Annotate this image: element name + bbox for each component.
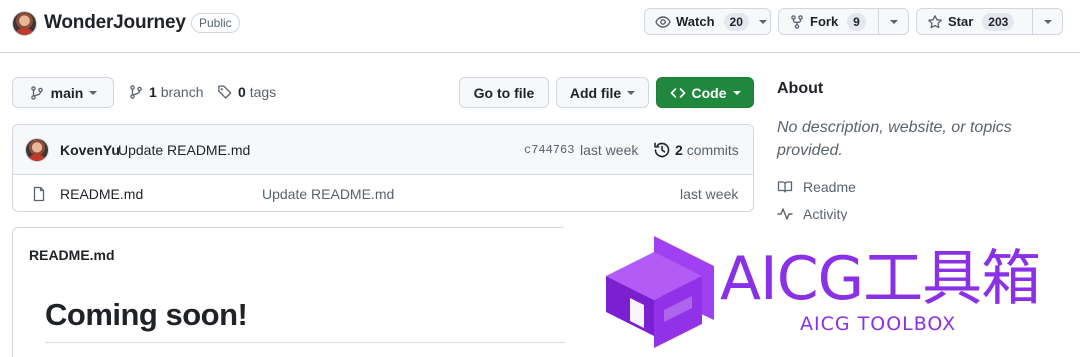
add-file-label: Add file — [569, 84, 622, 101]
branch-icon — [130, 85, 142, 99]
tags-count: 0 — [238, 84, 246, 100]
file-row[interactable]: README.md Update README.md last week — [13, 175, 753, 211]
watch-count: 20 — [723, 12, 749, 31]
watermark-title: AICG工具箱 — [720, 244, 1041, 314]
file-name[interactable]: README.md — [60, 186, 143, 202]
eye-icon — [655, 15, 671, 28]
about-description: No description, website, or topics provi… — [777, 119, 1012, 159]
file-commit-message[interactable]: Update README.md — [262, 186, 394, 202]
book-icon — [777, 181, 793, 193]
file-commit-time: last week — [680, 186, 739, 202]
commit-hash[interactable]: c744763 — [524, 143, 574, 157]
readme-title[interactable]: README.md — [29, 247, 115, 263]
visibility-badge: Public — [191, 13, 240, 33]
branches-link[interactable]: 1 branch — [128, 84, 204, 100]
branch-select-button[interactable]: main — [12, 77, 114, 108]
chevron-down-icon — [758, 19, 767, 24]
chevron-down-icon — [889, 19, 898, 24]
readme-heading: Coming soon! — [45, 297, 248, 332]
tags-label: tags — [249, 84, 277, 100]
chevron-down-icon — [1043, 19, 1052, 24]
commit-author[interactable]: KovenYu — [60, 142, 120, 158]
commit-message[interactable]: Update README.md — [118, 142, 250, 158]
star-count: 203 — [982, 12, 1015, 31]
branch-icon — [30, 85, 43, 100]
code-label: Code — [691, 84, 727, 101]
latest-commit-row: KovenYu Update README.md c744763 last we… — [13, 125, 753, 175]
current-branch: main — [50, 84, 84, 101]
star-icon — [928, 14, 942, 28]
chevron-down-icon — [627, 90, 636, 95]
code-icon — [670, 87, 685, 98]
tag-icon — [218, 85, 232, 99]
owner-avatar[interactable] — [12, 11, 37, 36]
heading-divider — [45, 342, 565, 343]
watermark-subtitle: AICG TOOLBOX — [800, 313, 957, 335]
commits-label: commits — [686, 142, 739, 158]
about-title: About — [777, 80, 824, 97]
commit-time: last week — [580, 142, 639, 158]
readme-link-label: Readme — [803, 179, 856, 195]
file-list: KovenYu Update README.md c744763 last we… — [12, 124, 754, 212]
commits-count: 2 — [675, 142, 683, 158]
code-button[interactable]: Code — [656, 77, 754, 108]
go-to-file-button[interactable]: Go to file — [459, 77, 549, 108]
add-file-button[interactable]: Add file — [556, 77, 649, 108]
watch-dropdown[interactable] — [758, 19, 767, 24]
fork-label: Fork — [810, 14, 839, 29]
chevron-down-icon — [89, 90, 98, 95]
star-button[interactable]: Star 203 — [916, 8, 1063, 35]
commits-history-link[interactable]: 2 commits — [653, 141, 739, 159]
chevron-down-icon — [732, 90, 741, 95]
fork-count: 9 — [847, 12, 866, 31]
file-icon — [33, 186, 45, 202]
about-activity-link[interactable]: Activity — [777, 206, 847, 221]
pulse-icon — [777, 207, 793, 220]
repo-name[interactable]: WonderJourney — [44, 12, 186, 34]
fork-button[interactable]: Fork 9 — [778, 8, 909, 35]
watch-label: Watch — [676, 14, 715, 29]
fork-dropdown[interactable] — [878, 9, 908, 34]
commit-author-avatar[interactable] — [25, 138, 49, 162]
activity-link-label: Activity — [803, 206, 848, 221]
tags-link[interactable]: 0 tags — [217, 84, 276, 100]
branches-count: 1 — [149, 84, 157, 100]
about-readme-link[interactable]: Readme — [777, 179, 856, 195]
watch-button[interactable]: Watch 20 — [644, 8, 771, 35]
aicg-logo-icon — [606, 236, 714, 348]
branches-label: branch — [160, 84, 204, 100]
history-icon — [654, 142, 670, 158]
star-dropdown[interactable] — [1032, 9, 1062, 34]
readme-panel: README.md Coming soon! — [12, 227, 565, 357]
repo-header: WonderJourney Public Watch 20 Fork 9 Sta… — [0, 0, 1080, 53]
star-label: Star — [948, 14, 974, 29]
fork-icon — [791, 14, 803, 29]
